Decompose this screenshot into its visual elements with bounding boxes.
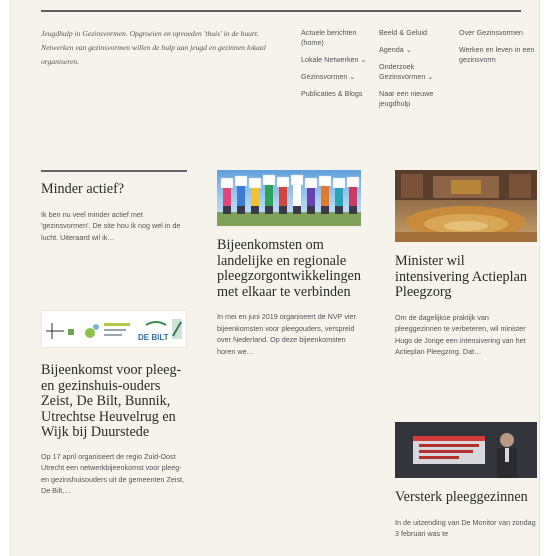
post-image-minister[interactable] <box>395 422 537 478</box>
main-menu-column-2: Beeld & Geluid Agenda ⌄ Onderzoek Gezins… <box>379 28 455 116</box>
menu-item-nieuwe-jeugdhulp[interactable]: Naar een nieuwe jeugdhulp <box>379 89 455 109</box>
menu-item-werken-leven[interactable]: Werken en leven in een gezinsvorm <box>459 45 535 65</box>
menu-item-lokale-netwerken[interactable]: Lokale Netwerken ⌄ <box>301 55 375 65</box>
post-title[interactable]: Bijeenkomsten om landelijke en regionale… <box>217 237 363 300</box>
post-excerpt: In de uitzending van De Monitor van zond… <box>395 517 536 539</box>
card-top-rule <box>41 170 187 172</box>
menu-item-actuele-berichten[interactable]: Actuele berichten (home) <box>301 28 375 48</box>
people-photo <box>217 174 361 226</box>
post-title[interactable]: Minder actief? <box>41 181 187 198</box>
post-card-minister-actieplan: Minister wil intensivering Actieplan Ple… <box>395 170 537 358</box>
post-card-versterk-pleeggezinnen: Versterk pleeggezinnen In de uitzending … <box>395 422 537 540</box>
post-excerpt: Ik ben nu veel minder actief met 'gezins… <box>41 209 181 242</box>
post-card-bijeenkomsten-pleegzorg: Bijeenkomsten om landelijke en regionale… <box>217 170 363 357</box>
post-card-bijeenkomst-zeist: DE BILT Bijeenkomst voor pleeg- en gezin… <box>41 310 187 497</box>
main-menu-column-1: Actuele berichten (home) Lokale Netwerke… <box>301 28 375 106</box>
post-excerpt: Op 17 april organiseert de regio Zuid-Oo… <box>41 451 185 496</box>
header-rule <box>41 10 521 12</box>
post-image-logos[interactable]: DE BILT <box>41 310 187 348</box>
minister-photo <box>395 422 537 478</box>
post-excerpt: Om de dagelijkse praktijk van pleeggezin… <box>395 312 526 357</box>
post-title[interactable]: Bijeenkomst voor pleeg- en gezinshuis-ou… <box>41 362 187 441</box>
post-card-minder-actief: Minder actief? Ik ben nu veel minder act… <box>41 170 187 243</box>
menu-item-agenda[interactable]: Agenda ⌄ <box>379 45 455 55</box>
partner-logos-image: DE BILT <box>42 311 186 347</box>
main-menu-column-3: Over Gezinsvormen Werken en leven in een… <box>459 28 535 72</box>
post-image-parliament[interactable] <box>395 170 537 242</box>
parliament-photo <box>395 170 537 242</box>
de-bilt-logo-text: DE BILT <box>138 333 169 342</box>
page-container: Jeugdhulp in Gezinsvormen. Opgroeien en … <box>10 0 540 556</box>
menu-item-beeld-geluid[interactable]: Beeld & Geluid <box>379 28 455 38</box>
post-title[interactable]: Versterk pleeggezinnen <box>395 489 537 506</box>
menu-item-gezinsvormen[interactable]: Gezinsvormen ⌄ <box>301 72 375 82</box>
menu-item-over-gezinsvormen[interactable]: Over Gezinsvormen <box>459 28 535 38</box>
post-excerpt: In mei en juni 2019 organiseert de NVP v… <box>217 312 356 356</box>
site-tagline: Jeugdhulp in Gezinsvormen. Opgroeien en … <box>41 29 266 66</box>
post-image-people-with-signs[interactable] <box>217 170 361 226</box>
menu-item-publicaties-blogs[interactable]: Publicaties & Blogs <box>301 89 375 99</box>
post-title[interactable]: Minister wil intensivering Actieplan Ple… <box>395 253 537 301</box>
menu-item-onderzoek-gezinsvormen[interactable]: Onderzoek Gezinsvormen ⌄ <box>379 62 455 82</box>
